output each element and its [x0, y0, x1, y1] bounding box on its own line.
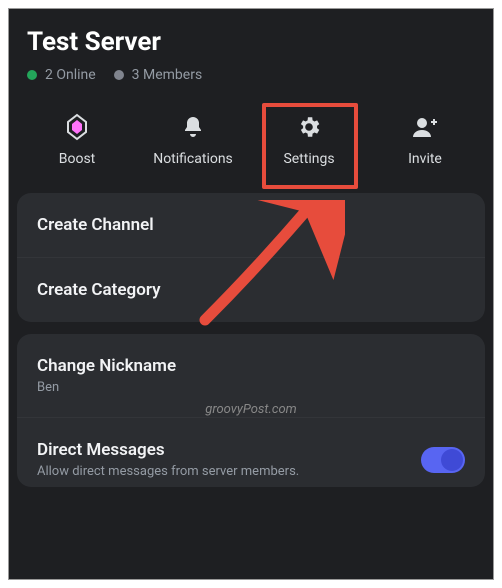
- direct-messages-description: Allow direct messages from server member…: [37, 464, 299, 479]
- boost-label: Boost: [59, 151, 96, 167]
- online-status: 2 Online: [27, 67, 96, 83]
- create-card: Create Channel Create Category: [17, 193, 485, 322]
- change-nickname-button[interactable]: Change Nickname Ben: [17, 334, 485, 417]
- invite-label: Invite: [408, 151, 442, 167]
- direct-messages-row: Direct Messages Allow direct messages fr…: [17, 417, 485, 487]
- change-nickname-label: Change Nickname: [37, 356, 176, 376]
- settings-button[interactable]: Settings: [264, 113, 354, 167]
- gear-icon: [296, 113, 322, 141]
- online-dot-icon: [27, 70, 37, 80]
- direct-messages-label: Direct Messages: [37, 440, 165, 460]
- boost-icon: [66, 113, 88, 141]
- notifications-button[interactable]: Notifications: [148, 113, 238, 167]
- members-count: 3 Members: [132, 67, 203, 83]
- online-count: 2 Online: [45, 67, 96, 83]
- action-bar: Boost Notifications Settings: [9, 93, 493, 193]
- boost-button[interactable]: Boost: [32, 113, 122, 167]
- nickname-value: Ben: [37, 380, 465, 395]
- settings-card: Change Nickname Ben Direct Messages Allo…: [17, 334, 485, 487]
- members-dot-icon: [114, 70, 124, 80]
- settings-label: Settings: [283, 151, 334, 167]
- direct-messages-toggle[interactable]: [421, 447, 465, 473]
- status-row: 2 Online 3 Members: [27, 67, 475, 83]
- server-title: Test Server: [27, 27, 475, 57]
- bell-icon: [181, 113, 205, 141]
- members-status: 3 Members: [114, 67, 203, 83]
- invite-button[interactable]: Invite: [380, 113, 470, 167]
- create-category-button[interactable]: Create Category: [17, 257, 485, 322]
- notifications-label: Notifications: [153, 151, 233, 167]
- toggle-knob-icon: [441, 449, 463, 471]
- create-channel-button[interactable]: Create Channel: [17, 193, 485, 257]
- invite-icon: [411, 113, 439, 141]
